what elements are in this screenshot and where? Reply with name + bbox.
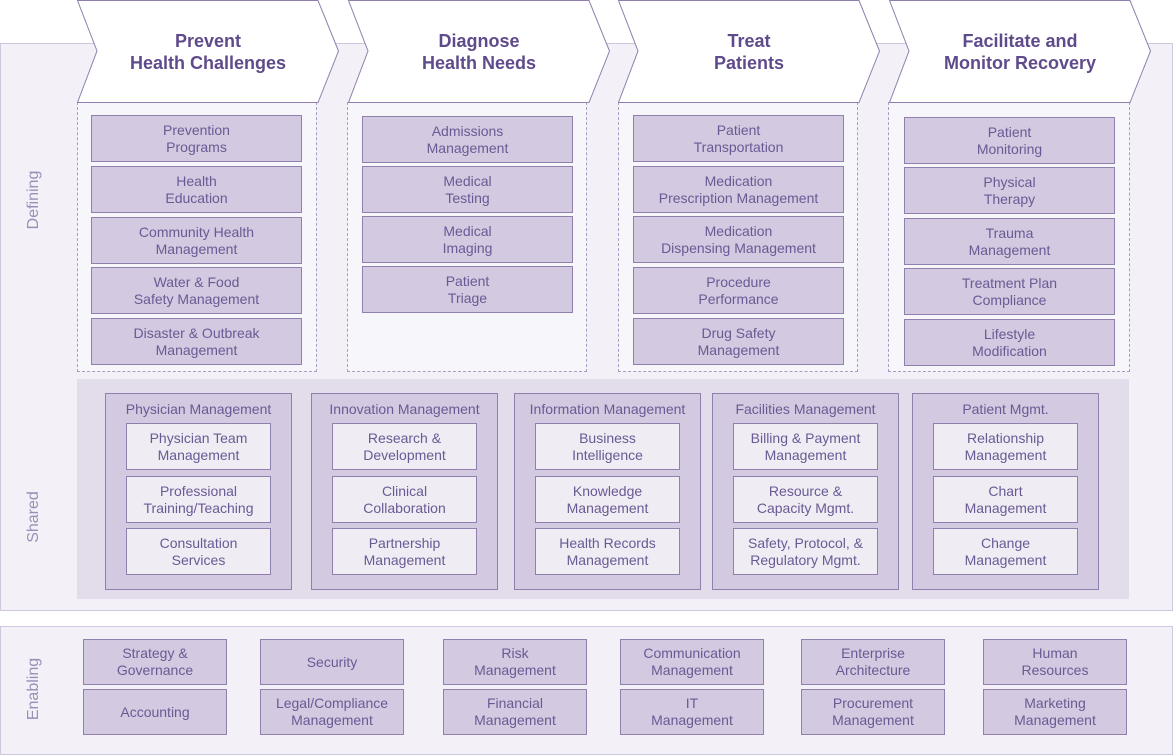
capability-box[interactable]: Disaster & Outbreak Management	[91, 318, 302, 365]
shared-group-title: Facilities Management	[735, 401, 876, 417]
shared-capability-box[interactable]: Chart Management	[933, 476, 1078, 523]
shared-capability-box[interactable]: Research & Development	[332, 423, 477, 470]
shared-capability-box[interactable]: Business Intelligence	[535, 423, 680, 470]
stage-chevron[interactable]: Treat Patients	[618, 0, 880, 103]
enabling-capability-box[interactable]: Accounting	[83, 689, 227, 735]
stage-title: Prevent Health Challenges	[129, 30, 287, 73]
shared-capability-box[interactable]: Consultation Services	[126, 528, 271, 575]
shared-capability-box[interactable]: Resource & Capacity Mgmt.	[733, 476, 878, 523]
enabling-capability-box[interactable]: Human Resources	[983, 639, 1127, 685]
enabling-capability-box[interactable]: Legal/Compliance Management	[260, 689, 404, 735]
capability-box[interactable]: Trauma Management	[904, 218, 1115, 265]
shared-group: Physician Management Physician Team Manag…	[105, 393, 292, 590]
shared-capability-box[interactable]: Relationship Management	[933, 423, 1078, 470]
shared-capability-box[interactable]: Professional Training/Teaching	[126, 476, 271, 523]
enabling-capability-box[interactable]: Strategy & Governance	[83, 639, 227, 685]
enabling-capability-box[interactable]: Marketing Management	[983, 689, 1127, 735]
shared-group-title: Information Management	[529, 401, 686, 417]
capability-box[interactable]: Community Health Management	[91, 217, 302, 264]
capability-box[interactable]: Water & Food Safety Management	[91, 267, 302, 314]
capability-box[interactable]: Treatment Plan Compliance	[904, 268, 1115, 315]
shared-capability-box[interactable]: Safety, Protocol, & Regulatory Mgmt.	[733, 528, 878, 575]
shared-capability-box[interactable]: Knowledge Management	[535, 476, 680, 523]
shared-group: Patient Mgmt. Relationship Management Char…	[912, 393, 1099, 590]
enabling-label: Enabling	[25, 657, 42, 721]
stage-chevron[interactable]: Diagnose Health Needs	[348, 0, 610, 103]
capability-box[interactable]: Lifestyle Modification	[904, 319, 1115, 366]
shared-capability-box[interactable]: Clinical Collaboration	[332, 476, 477, 523]
shared-group: Information Management Business Intellige…	[514, 393, 701, 590]
capability-box[interactable]: Patient Triage	[362, 266, 573, 313]
capability-box[interactable]: Procedure Performance	[633, 267, 844, 314]
enabling-capability-box[interactable]: IT Management	[620, 689, 764, 735]
shared-capability-box[interactable]: Change Management	[933, 528, 1078, 575]
stage-chevron[interactable]: Prevent Health Challenges	[77, 0, 339, 103]
shared-group-title: Patient Mgmt.	[962, 401, 1049, 417]
shared-group: Facilities Management Billing & Payment M…	[712, 393, 899, 590]
enabling-capability-box[interactable]: Enterprise Architecture	[801, 639, 945, 685]
capability-box[interactable]: Drug Safety Management	[633, 318, 844, 365]
stage-chevron[interactable]: Facilitate and Monitor Recovery	[889, 0, 1151, 103]
shared-capability-box[interactable]: Physician Team Management	[126, 423, 271, 470]
capability-box[interactable]: Medication Prescription Management	[633, 166, 844, 213]
capability-box[interactable]: Medical Testing	[362, 166, 573, 213]
enabling-capability-box[interactable]: Risk Management	[443, 639, 587, 685]
capability-box[interactable]: Medication Dispensing Management	[633, 216, 844, 263]
shared-group-title: Physician Management	[125, 401, 272, 417]
enabling-capability-box[interactable]: Communication Management	[620, 639, 764, 685]
stage-title: Facilitate and Monitor Recovery	[943, 30, 1097, 73]
capability-box[interactable]: Health Education	[91, 166, 302, 213]
capability-box[interactable]: Medical Imaging	[362, 216, 573, 263]
capability-box[interactable]: Physical Therapy	[904, 167, 1115, 214]
capability-box[interactable]: Admissions Management	[362, 116, 573, 163]
stage-title: Treat Patients	[713, 30, 785, 73]
capability-box[interactable]: Prevention Programs	[91, 115, 302, 162]
stage-title: Diagnose Health Needs	[421, 30, 537, 73]
enabling-capability-box[interactable]: Financial Management	[443, 689, 587, 735]
capability-box[interactable]: Patient Transportation	[633, 115, 844, 162]
shared-capability-box[interactable]: Health Records Management	[535, 528, 680, 575]
shared-capability-box[interactable]: Billing & Payment Management	[733, 423, 878, 470]
shared-group: Innovation Management Research & Developm…	[311, 393, 498, 590]
shared-label: Shared	[25, 491, 42, 543]
defining-label: Defining	[25, 170, 42, 230]
enabling-capability-box[interactable]: Security	[260, 639, 404, 685]
enabling-capability-box[interactable]: Procurement Management	[801, 689, 945, 735]
shared-capability-box[interactable]: Partnership Management	[332, 528, 477, 575]
capability-box[interactable]: Patient Monitoring	[904, 117, 1115, 164]
shared-group-title: Innovation Management	[329, 401, 480, 417]
